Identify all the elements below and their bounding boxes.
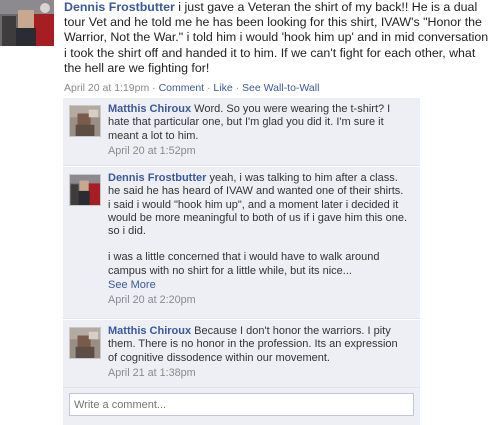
commenter-avatar[interactable] xyxy=(69,174,101,206)
comment-timestamp: April 20 at 2:20pm xyxy=(108,294,196,307)
write-comment-area xyxy=(63,388,420,425)
comment-item: Matthis Chiroux Because I don't honor th… xyxy=(63,320,420,388)
commenter-avatar[interactable] xyxy=(69,327,101,359)
write-comment-input[interactable] xyxy=(69,393,414,416)
comment-timestamp: April 21 at 1:38pm xyxy=(108,366,196,379)
comment-author-name[interactable]: Matthis Chiroux xyxy=(108,103,191,115)
meta-separator: · xyxy=(149,82,159,94)
post-timestamp: April 20 at 1:19pm xyxy=(64,82,150,94)
comment-link[interactable]: Comment xyxy=(159,82,205,94)
comment-item: Matthis Chiroux Word. So you were wearin… xyxy=(63,98,420,166)
comment-author-name[interactable]: Matthis Chiroux xyxy=(108,325,191,337)
post-body: Dennis Frostbutter i just gave a Veteran… xyxy=(64,0,489,76)
comment-item: Dennis Frostbutter yeah, i was talking t… xyxy=(63,167,420,319)
comment-text-continued: i was a little concerned that i would ha… xyxy=(108,251,380,277)
comment-body: Matthis Chiroux Because I don't honor th… xyxy=(108,325,408,380)
like-link[interactable]: Like xyxy=(213,82,232,94)
comment-body: Dennis Frostbutter yeah, i was talking t… xyxy=(108,172,408,308)
commenter-avatar[interactable] xyxy=(69,105,101,137)
post-author-avatar[interactable] xyxy=(0,0,54,46)
comment-timestamp: April 20 at 1:52pm xyxy=(108,144,196,157)
comment-body: Matthis Chiroux Word. So you were wearin… xyxy=(108,103,408,158)
post-meta: April 20 at 1:19pm · Comment · Like · Se… xyxy=(64,82,319,94)
see-more-link[interactable]: See More xyxy=(108,279,156,292)
post-author-name[interactable]: Dennis Frostbutter xyxy=(64,0,175,14)
meta-separator: · xyxy=(232,82,243,94)
comment-author-name[interactable]: Dennis Frostbutter xyxy=(108,172,206,184)
see-wall-to-wall-link[interactable]: See Wall-to-Wall xyxy=(242,82,319,94)
